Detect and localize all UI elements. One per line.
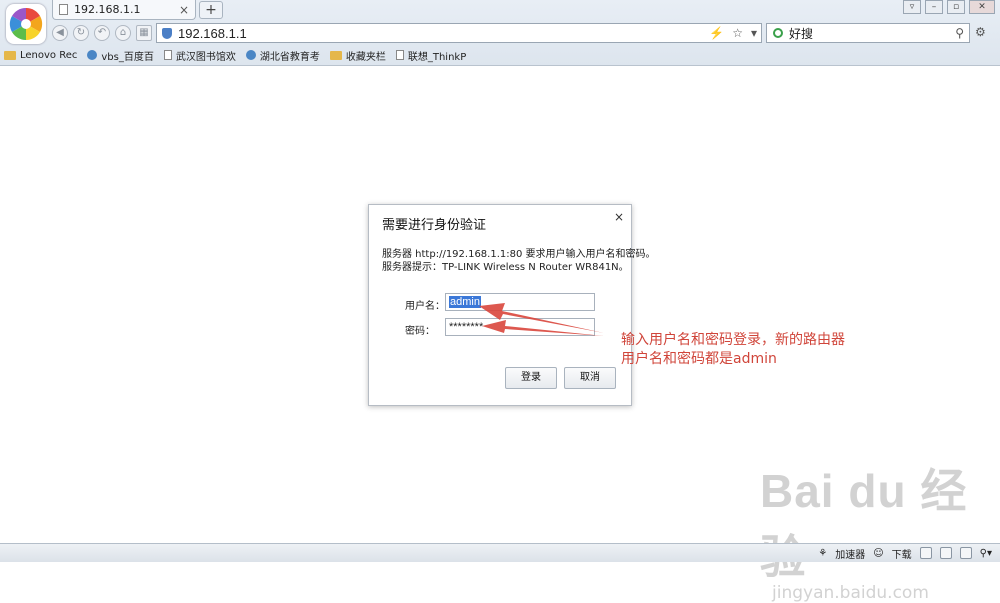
download-icon[interactable]: ☺ (873, 548, 883, 559)
accelerator-icon[interactable]: ⚘ (818, 548, 827, 559)
download-label[interactable]: 下载 (892, 546, 912, 561)
accelerator-label[interactable]: 加速器 (835, 546, 865, 561)
status-bar: ⚘ 加速器 ☺ 下载 ⚲▾ (0, 543, 1000, 562)
annotation-line: 输入用户名和密码登录，新的路由器 (621, 332, 845, 348)
screenshot-icon[interactable] (919, 547, 932, 559)
watermark-url: jingyan.baidu.com (772, 583, 929, 603)
device-icon[interactable] (939, 547, 952, 559)
window-icon[interactable] (959, 547, 972, 559)
annotation-line: 用户名和密码都是admin (621, 351, 777, 367)
annotation-text: 输入用户名和密码登录，新的路由器 用户名和密码都是admin (621, 331, 845, 369)
baidu-watermark: Bai du 经验 jingyan.baidu.com (760, 455, 1000, 603)
watermark-logo: Bai du 经验 (760, 465, 968, 583)
zoom-icon[interactable]: ⚲▾ (980, 548, 992, 559)
arrow-to-password (482, 320, 604, 336)
